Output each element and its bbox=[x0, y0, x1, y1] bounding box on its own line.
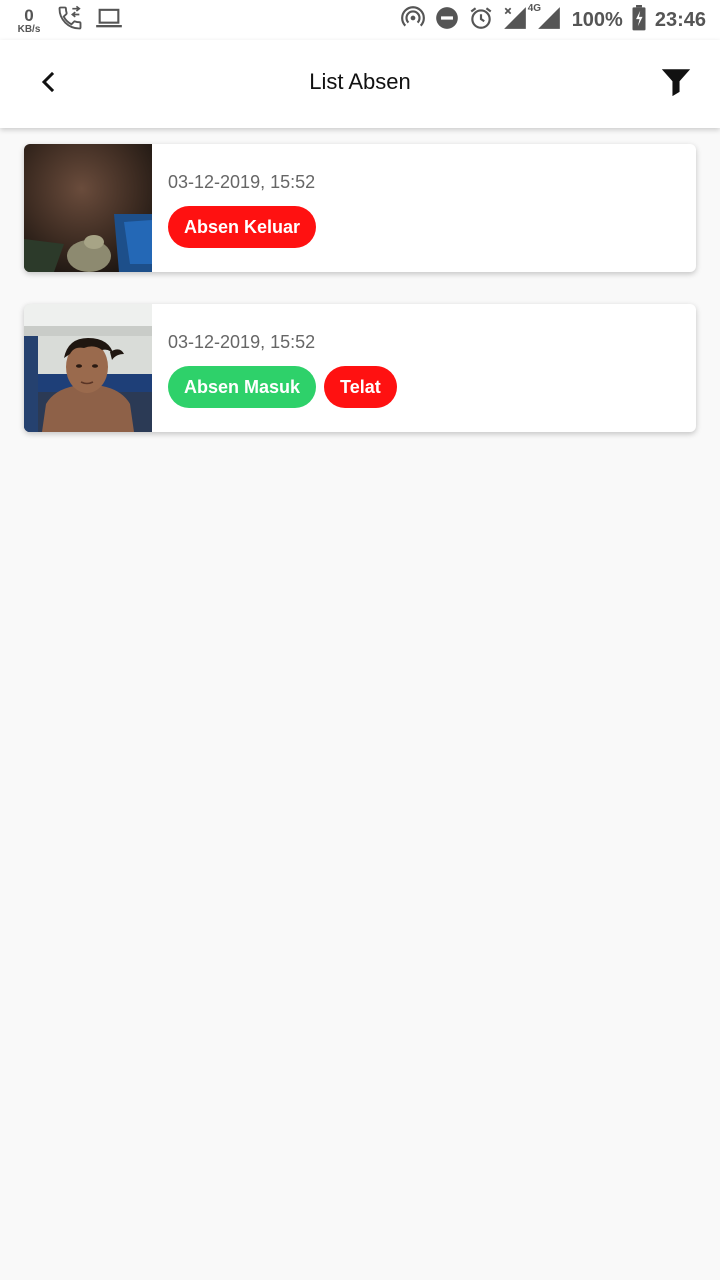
network-speed-unit: KB/s bbox=[17, 23, 41, 35]
status-bar-left: 0 KB/s bbox=[12, 4, 124, 37]
hotspot-icon bbox=[400, 5, 426, 36]
status-bar-right: 4G 100% 23:46 bbox=[392, 3, 706, 36]
network-type-label: 4G bbox=[527, 2, 542, 14]
battery-icon bbox=[631, 4, 647, 36]
status-badge-telat: Telat bbox=[324, 366, 397, 408]
badge-group: Absen Keluar bbox=[168, 206, 324, 248]
status-badge-absen-masuk: Absen Masuk bbox=[168, 366, 317, 408]
attendance-card[interactable]: 03-12-2019, 15:52 Absen Keluar bbox=[24, 144, 696, 272]
filter-button[interactable] bbox=[656, 64, 696, 104]
badge-group: Absen Masuk Telat bbox=[168, 366, 405, 408]
attendance-datetime: 03-12-2019, 15:52 bbox=[168, 332, 316, 352]
signal-icon bbox=[502, 5, 528, 36]
alarm-icon bbox=[468, 5, 494, 36]
status-bar: 0 KB/s 4G 100% 23:46 bbox=[0, 0, 720, 40]
network-speed: 0 KB/s bbox=[12, 7, 46, 35]
filter-icon bbox=[659, 65, 693, 104]
battery-percentage: 100% bbox=[571, 8, 623, 31]
app-bar: List Absen bbox=[0, 40, 720, 128]
network-speed-value: 0 bbox=[24, 5, 34, 25]
attendance-datetime: 03-12-2019, 15:52 bbox=[168, 172, 316, 192]
status-badge-absen-keluar: Absen Keluar bbox=[168, 206, 317, 248]
page-title: List Absen bbox=[309, 69, 411, 94]
attendance-photo bbox=[24, 304, 152, 432]
laptop-icon bbox=[94, 4, 124, 37]
attendance-photo bbox=[24, 144, 152, 272]
attendance-card[interactable]: 03-12-2019, 15:52 Absen Masuk Telat bbox=[24, 304, 696, 432]
mobile-signal-4g-icon: 4G bbox=[528, 3, 562, 36]
do-not-disturb-icon bbox=[434, 5, 460, 36]
clock: 23:46 bbox=[654, 8, 706, 31]
call-transfer-icon bbox=[56, 4, 84, 37]
